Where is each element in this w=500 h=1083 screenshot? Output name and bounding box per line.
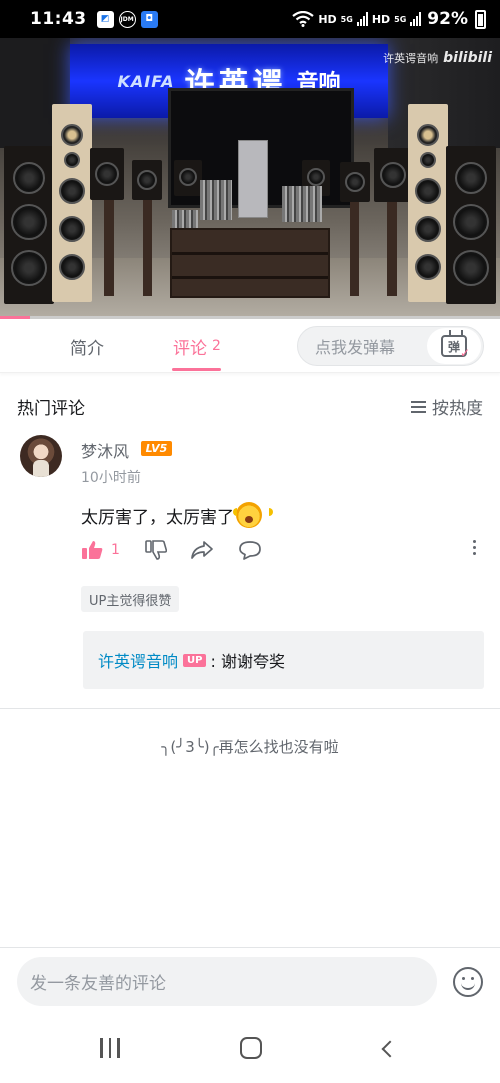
speaker-left-tower-dark (4, 146, 54, 304)
menu-icon (411, 400, 426, 413)
speaker-right-small (340, 162, 370, 202)
status-indicators: HD 5G HD 5G 92% (292, 9, 486, 29)
shocked-emoji-icon (233, 502, 273, 528)
danmaku-icon-char: 弹 (447, 339, 460, 354)
tab-comments-label: 评论 (173, 338, 207, 359)
level-badge: LV5 (141, 441, 172, 456)
speaker-center-left (174, 160, 202, 196)
speaker-left-small (132, 160, 162, 200)
more-options-button[interactable] (473, 540, 476, 555)
check-icon: ✓ (459, 346, 470, 360)
watermark-name: 许英谔音响 (383, 52, 439, 65)
reply-text: : 谢谢夸奖 (210, 652, 285, 671)
back-button[interactable] (381, 1040, 399, 1058)
more-icon (473, 540, 476, 555)
battery-percent: 92% (427, 9, 468, 29)
comment-text: 太厉害了，太厉害了 (81, 502, 273, 528)
share-button[interactable] (190, 540, 214, 560)
signal-icon-2 (410, 12, 422, 26)
like-button[interactable]: 1 (81, 540, 120, 560)
status-app-icons: ◩ JDM ◘ (96, 10, 158, 28)
tab-comments[interactable]: 评论 2 (173, 319, 221, 373)
up-liked-tag: UP主觉得很赞 (81, 586, 180, 612)
reply-username[interactable]: 许英谔音响 (98, 648, 178, 672)
tab-comments-count: 2 (212, 338, 221, 354)
thumbs-up-icon (82, 541, 103, 559)
hd-label: HD (318, 12, 337, 26)
avatar[interactable] (20, 435, 62, 477)
tab-intro[interactable]: 简介 (70, 319, 104, 373)
cd-stack (200, 180, 232, 220)
dislike-button[interactable] (145, 540, 167, 560)
tab-active-underline (172, 368, 221, 371)
wifi-icon (292, 11, 315, 27)
system-nav-bar (0, 1020, 500, 1083)
thumbs-down-icon (145, 540, 167, 560)
status-time: 11:43 (30, 9, 87, 29)
comment-icon (239, 541, 261, 560)
hd-label-2: HD (371, 12, 391, 26)
speaker-left-bookshelf (90, 148, 124, 200)
emoji-picker-button[interactable] (453, 967, 483, 997)
like-count: 1 (111, 542, 120, 558)
speaker-right-bookshelf (374, 148, 412, 202)
bilibili-logo: bilibili (443, 50, 492, 66)
speaker-right-tower-light (408, 104, 448, 302)
status-bar: 11:43 ◩ JDM ◘ HD 5G HD 5G 92% (0, 0, 500, 38)
tab-intro-label: 简介 (70, 338, 104, 359)
shield-app-icon: ◘ (140, 10, 158, 28)
danmaku-toggle-button[interactable]: 弹 ✓ (427, 328, 481, 364)
5g-label-2: 5G (394, 14, 407, 24)
recent-apps-button[interactable] (100, 1038, 120, 1058)
banner-logo: KAIFA (117, 71, 175, 91)
danmaku-input[interactable]: 点我发弹幕 弹 ✓ (297, 326, 484, 366)
comment-input-placeholder: 发一条友善的评论 (30, 974, 166, 994)
speaker-stand (104, 200, 114, 296)
video-watermark: 许英谔音响 bilibili (383, 50, 492, 66)
sort-button[interactable]: 按热度 (411, 394, 483, 419)
speaker-stand (143, 200, 152, 296)
cd-stack (282, 186, 322, 222)
amplifier (238, 140, 268, 218)
up-badge: UP (183, 653, 207, 667)
speaker-right-tower-dark (446, 146, 496, 304)
share-icon (191, 541, 213, 559)
5g-label: 5G (340, 14, 353, 24)
speaker-left-tower-light (52, 104, 92, 302)
speaker-stand (350, 202, 359, 296)
reply-button[interactable] (238, 540, 262, 560)
reply-preview[interactable]: 许英谔音响 UP : 谢谢夸奖 (83, 631, 484, 689)
equipment-rack (170, 228, 330, 298)
home-button[interactable] (240, 1037, 262, 1059)
danmaku-placeholder: 点我发弹幕 (315, 338, 396, 357)
sort-label: 按热度 (432, 399, 483, 419)
divider (0, 947, 500, 948)
comment-username[interactable]: 梦沐风 (81, 438, 129, 462)
divider (0, 708, 500, 709)
tab-bar: 简介 评论 2 点我发弹幕 弹 ✓ (0, 319, 500, 373)
comment-time: 10小时前 (81, 470, 141, 486)
speaker-stand (387, 202, 397, 296)
danmaku-icon: 弹 ✓ (441, 335, 470, 360)
cd-stack (172, 210, 198, 230)
end-of-list-note: ╮(╯3╰)╭再怎么找也没有啦 (161, 738, 339, 756)
battery-icon (475, 9, 486, 29)
comment-text-content: 太厉害了，太厉害了 (81, 507, 234, 528)
comment-input[interactable]: 发一条友善的评论 (17, 957, 437, 1006)
comment-actions: 1 (81, 540, 484, 566)
hot-comments-title: 热门评论 (17, 399, 85, 419)
signal-icon (356, 12, 368, 26)
video-player[interactable]: KAIFA 许英谔 音响 许英谔音响 bilibili (0, 38, 500, 318)
jdm-app-icon: JDM (118, 10, 136, 28)
jd-app-icon: ◩ (96, 10, 114, 28)
